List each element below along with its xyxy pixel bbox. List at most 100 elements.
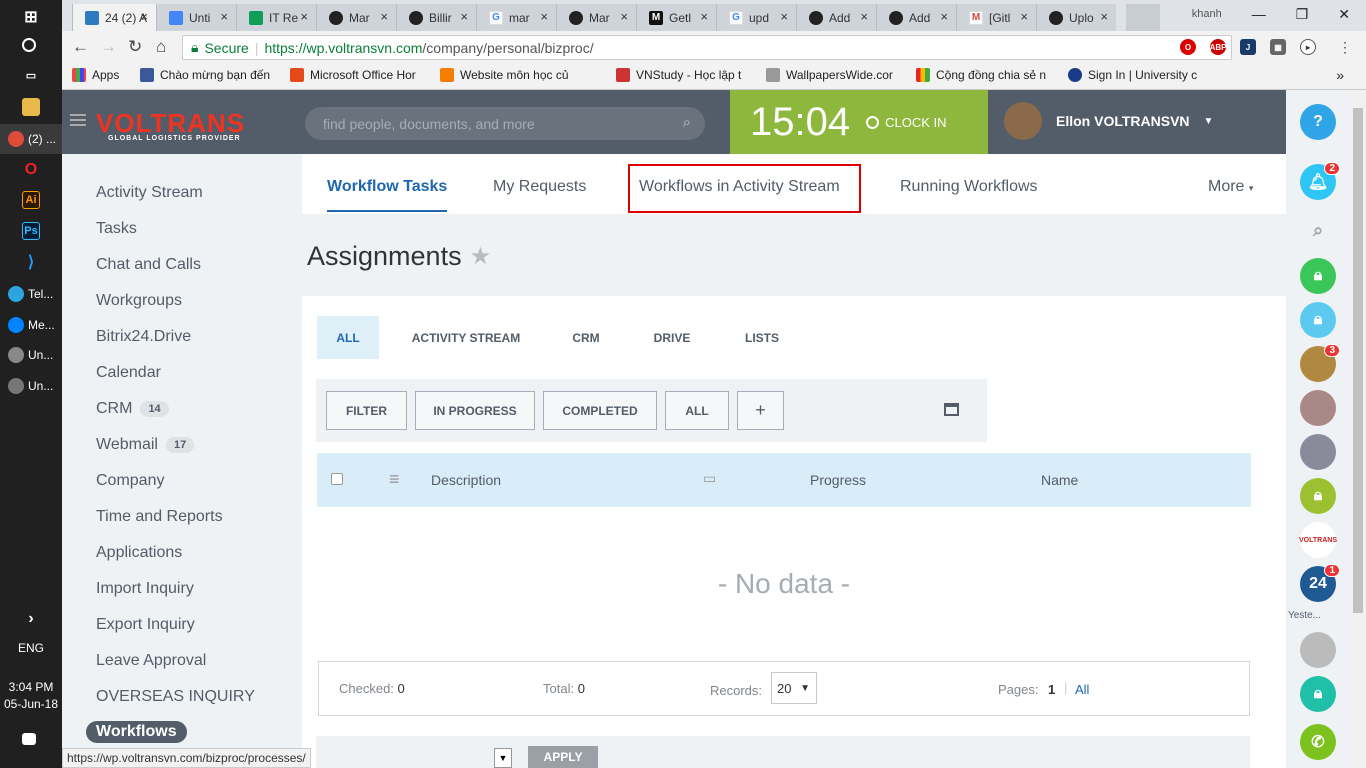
records-per-page-select[interactable]: 20 ▼ [771, 672, 817, 704]
all-button[interactable]: ALL [665, 391, 729, 430]
filter-tab-all[interactable]: ALL [317, 316, 379, 359]
menu-item-overseas-inquiry[interactable]: OVERSEAS INQUIRY [96, 688, 255, 706]
tab-workflow-tasks[interactable]: Workflow Tasks [327, 178, 448, 212]
tab-github-2[interactable]: Billir × [396, 4, 476, 31]
bookmark-blogger[interactable]: Website môn học củ [440, 68, 569, 82]
page-current[interactable]: 1 [1048, 682, 1055, 697]
bookmark-university[interactable]: Sign In | University c [1068, 68, 1197, 82]
restore-icon[interactable]: ❐ [1296, 6, 1309, 23]
menu-item-time-reports[interactable]: Time and Reports [96, 508, 223, 526]
voltrans-chat-avatar[interactable]: VOLTRANS [1299, 522, 1337, 558]
help-button[interactable]: ? [1300, 104, 1336, 140]
scrollbar-thumb[interactable] [1353, 108, 1363, 613]
home-icon[interactable]: ⌂ [156, 37, 166, 57]
contact-avatar[interactable]: 3 [1300, 344, 1340, 382]
menu-item-export-inquiry[interactable]: Export Inquiry [96, 616, 195, 634]
search-icon[interactable]: ⌕ [683, 114, 691, 131]
column-progress[interactable]: Progress [810, 472, 866, 488]
menu-item-webmail[interactable]: Webmail 17 [96, 436, 195, 454]
menu-item-tasks[interactable]: Tasks [96, 220, 137, 238]
close-icon[interactable]: × [620, 9, 628, 24]
tab-github-6[interactable]: Uplo × [1036, 4, 1116, 31]
back-icon[interactable]: ← [72, 37, 89, 57]
contact-avatar[interactable] [1300, 390, 1336, 426]
lock-icon[interactable]: 🔒︎ [1300, 676, 1336, 712]
close-window-icon[interactable]: ✕ [1338, 6, 1350, 23]
favorite-star-icon[interactable]: ★ [470, 242, 492, 271]
menu-item-activity-stream[interactable]: Activity Stream [96, 184, 203, 202]
filter-button[interactable]: FILTER [326, 391, 407, 430]
extension-j-icon[interactable]: J [1240, 39, 1256, 55]
add-filter-button[interactable]: + [737, 391, 784, 430]
column-settings-icon[interactable]: ≡ [389, 469, 400, 490]
contact-avatar[interactable] [1300, 434, 1336, 470]
page-scrollbar[interactable] [1350, 90, 1366, 768]
contact-avatar[interactable] [1300, 632, 1336, 668]
close-icon[interactable]: × [220, 9, 228, 24]
windows-start-icon[interactable]: ⊞ [0, 2, 62, 32]
forward-icon[interactable]: → [100, 37, 117, 57]
close-icon[interactable]: × [300, 9, 308, 24]
url-input[interactable]: 🔒︎ Secure | https://wp.voltransvn.com/co… [182, 35, 1232, 60]
taskbar-date[interactable]: 05-Jun-18 [0, 697, 62, 711]
qr-extension-icon[interactable]: ▦ [1270, 39, 1286, 55]
close-icon[interactable]: × [140, 9, 148, 24]
bookmarks-overflow-icon[interactable]: » [1336, 67, 1344, 83]
vscode-icon[interactable]: ⟩ [0, 247, 62, 277]
filter-tab-crm[interactable]: CRM [560, 316, 612, 359]
hamburger-menu-icon[interactable] [70, 114, 86, 126]
phone-icon[interactable]: ✆ [1300, 724, 1336, 760]
close-icon[interactable]: × [780, 9, 788, 24]
tab-bitrix[interactable]: 24 (2) A × [72, 4, 156, 31]
tab-github-1[interactable]: Mar × [316, 4, 396, 31]
clock-widget[interactable]: 15:04 CLOCK IN [730, 90, 988, 154]
search-icon[interactable]: ⌕ [1300, 212, 1336, 248]
bookmark-community[interactable]: Cộng đồng chia sẻ n [916, 68, 1046, 82]
menu-item-chat[interactable]: Chat and Calls [96, 256, 201, 274]
file-explorer-icon[interactable] [0, 92, 62, 122]
minimize-icon[interactable]: — [1252, 6, 1266, 22]
bookmark-wallpaperswide[interactable]: WallpapersWide.cor [766, 68, 893, 82]
column-description[interactable]: Description [431, 472, 501, 488]
page-all-link[interactable]: All [1075, 682, 1089, 697]
menu-item-import-inquiry[interactable]: Import Inquiry [96, 580, 194, 598]
opera-icon[interactable]: O [0, 155, 62, 185]
menu-item-company[interactable]: Company [96, 472, 164, 490]
voltrans-logo[interactable]: VOLTRANS GLOBAL LOGISTICS PROVIDER [96, 108, 245, 142]
menu-item-drive[interactable]: Bitrix24.Drive [96, 328, 191, 346]
close-icon[interactable]: × [700, 9, 708, 24]
close-icon[interactable]: × [380, 9, 388, 24]
tab-untitled[interactable]: Unti × [156, 4, 236, 31]
filter-tab-drive[interactable]: DRIVE [642, 316, 702, 359]
taskbar-telegram[interactable]: Tel... [0, 279, 62, 309]
calendar-icon[interactable] [944, 403, 959, 416]
bookmark-office[interactable]: Microsoft Office Hor [290, 68, 416, 82]
taskbar-unity-1[interactable]: Un... [0, 340, 62, 370]
tab-google-1[interactable]: Gmar × [476, 4, 556, 31]
completed-button[interactable]: COMPLETED [543, 391, 657, 430]
taskbar-chrome[interactable]: (2) ... [0, 124, 62, 154]
cortana-icon[interactable] [0, 30, 62, 60]
media-extension-icon[interactable]: ▸ [1300, 39, 1316, 55]
tab-github-5[interactable]: Add × [876, 4, 956, 31]
tab-more[interactable]: More ▾ [1208, 178, 1253, 196]
tab-running-workflows[interactable]: Running Workflows [900, 178, 1038, 196]
lock-icon[interactable]: 🔒︎ [1300, 302, 1336, 338]
tab-google-2[interactable]: Gupd × [716, 4, 796, 31]
menu-item-workflows[interactable]: Workflows [86, 721, 187, 743]
clock-in-button[interactable]: CLOCK IN [866, 115, 947, 130]
comment-icon[interactable]: ▭ [703, 470, 716, 487]
language-indicator[interactable]: ENG [0, 641, 62, 655]
lock-icon[interactable]: 🔒︎ [1300, 478, 1336, 514]
opera-vpn-icon[interactable]: O [1180, 39, 1196, 55]
tab-github-4[interactable]: Add × [796, 4, 876, 31]
new-tab-button[interactable] [1126, 4, 1160, 31]
tab-medium[interactable]: M Getl × [636, 4, 716, 31]
taskbar-messenger[interactable]: Me... [0, 310, 62, 340]
menu-item-workgroups[interactable]: Workgroups [96, 292, 182, 310]
bookmark-facebook[interactable]: Chào mừng bạn đến [140, 68, 270, 82]
notifications-button[interactable]: 🔔︎ 2 [1300, 162, 1340, 200]
photoshop-icon[interactable]: Ps [0, 216, 62, 246]
close-icon[interactable]: × [540, 9, 548, 24]
taskbar-unity-2[interactable]: Un... [0, 371, 62, 401]
